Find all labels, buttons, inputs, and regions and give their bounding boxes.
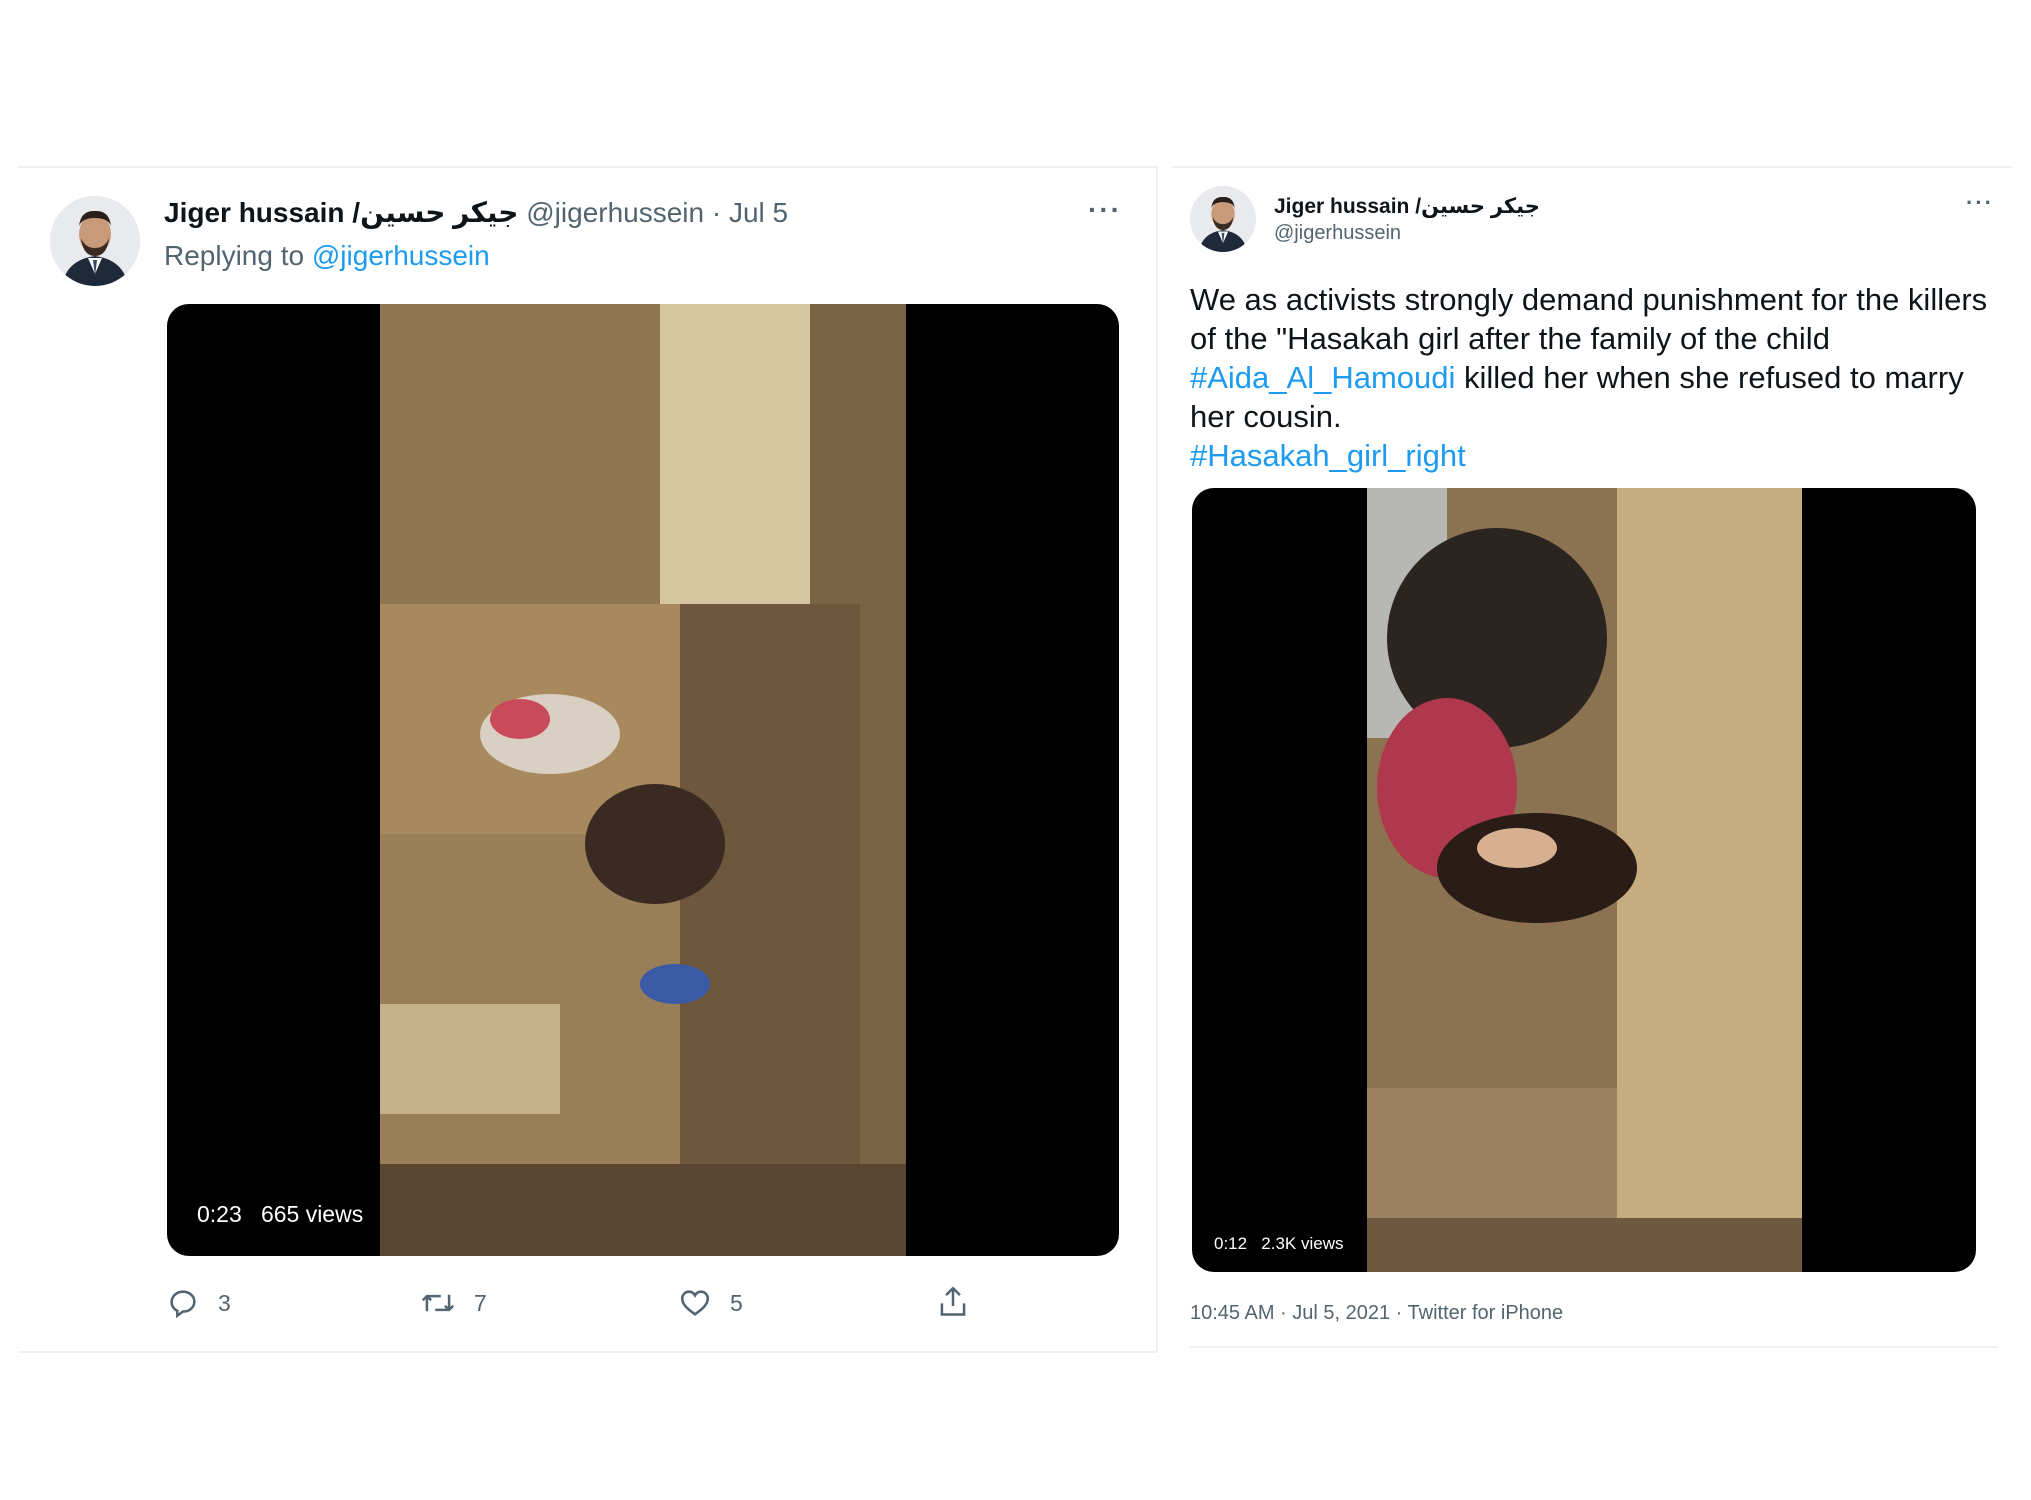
replying-prefix: Replying to bbox=[164, 240, 312, 271]
video-frame bbox=[1367, 488, 1802, 1272]
video-frame bbox=[380, 304, 906, 1256]
hashtag-link[interactable]: #Aida_Al_Hamoudi bbox=[1190, 360, 1455, 395]
user-avatar-icon[interactable] bbox=[50, 196, 140, 286]
retweet-button[interactable]: 7 bbox=[420, 1286, 487, 1320]
video-player[interactable]: 0:23 665 views bbox=[167, 304, 1119, 1256]
share-button[interactable] bbox=[936, 1284, 970, 1320]
more-icon[interactable]: ··· bbox=[1966, 190, 1994, 216]
video-meta: 0:23 665 views bbox=[197, 1201, 363, 1228]
reply-icon bbox=[170, 1290, 196, 1319]
tweet-header: Jiger hussain /جيكر حسين @jigerhussein ·… bbox=[164, 196, 788, 229]
like-button[interactable]: 5 bbox=[678, 1286, 743, 1320]
tweet-timestamp[interactable]: 10:45 AM · Jul 5, 2021 · Twitter for iPh… bbox=[1190, 1302, 1563, 1325]
date-separator: · bbox=[704, 197, 729, 228]
tweet-text: We as activists strongly demand punishme… bbox=[1190, 280, 1990, 475]
display-name[interactable]: Jiger hussain /جيكر حسين bbox=[1274, 194, 1540, 219]
like-count: 5 bbox=[730, 1289, 743, 1316]
tweet-date[interactable]: Jul 5 bbox=[729, 197, 788, 228]
replying-handle-link[interactable]: @jigerhussein bbox=[312, 240, 490, 271]
display-name[interactable]: Jiger hussain /جيكر حسين bbox=[164, 197, 518, 228]
user-handle[interactable]: @jigerhussein bbox=[1274, 222, 1401, 245]
tweet-card-right: Jiger hussain /جيكر حسين @jigerhussein ·… bbox=[1172, 166, 2012, 1351]
user-handle[interactable]: @jigerhussein bbox=[526, 197, 704, 228]
video-player[interactable]: 0:12 2.3K views bbox=[1192, 488, 1976, 1272]
reply-button[interactable]: 3 bbox=[166, 1286, 231, 1320]
retweet-icon bbox=[421, 1294, 455, 1312]
video-views: 2.3K views bbox=[1261, 1234, 1344, 1253]
like-icon bbox=[680, 1290, 710, 1316]
user-avatar-icon[interactable] bbox=[1190, 186, 1256, 252]
video-duration: 0:12 bbox=[1214, 1234, 1248, 1253]
tweet-text-part1: We as activists strongly demand punishme… bbox=[1190, 282, 1988, 356]
tweet-card-left: Jiger hussain /جيكر حسين @jigerhussein ·… bbox=[18, 166, 1158, 1353]
replying-to: Replying to @jigerhussein bbox=[164, 240, 490, 272]
video-duration: 0:23 bbox=[197, 1201, 242, 1227]
divider bbox=[1190, 1346, 1998, 1348]
reply-count: 3 bbox=[218, 1289, 231, 1316]
hashtag-link[interactable]: #Hasakah_girl_right bbox=[1190, 438, 1466, 473]
video-views: 665 views bbox=[260, 1201, 364, 1227]
video-meta: 0:12 2.3K views bbox=[1214, 1234, 1343, 1254]
share-icon bbox=[940, 1286, 966, 1316]
more-icon[interactable]: ··· bbox=[1088, 194, 1122, 226]
retweet-count: 7 bbox=[474, 1289, 487, 1316]
